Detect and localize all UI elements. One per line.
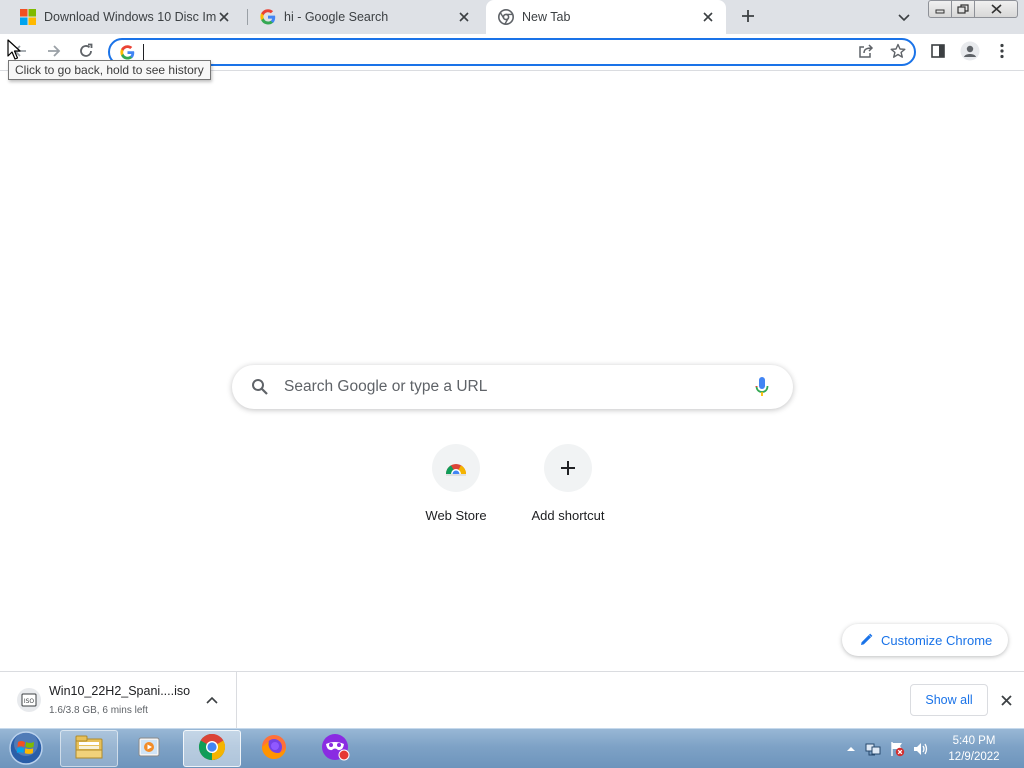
share-button[interactable] bbox=[854, 40, 878, 64]
customize-label: Customize Chrome bbox=[881, 632, 993, 648]
close-icon[interactable] bbox=[456, 9, 472, 25]
close-icon[interactable] bbox=[216, 9, 232, 25]
tab-strip: Download Windows 10 Disc Image hi - Goog… bbox=[0, 0, 1024, 34]
close-icon[interactable] bbox=[998, 692, 1014, 708]
tab-title: Download Windows 10 Disc Image bbox=[44, 10, 216, 24]
show-hidden-icons-icon[interactable] bbox=[843, 741, 859, 757]
tab-download-windows[interactable]: Download Windows 10 Disc Image bbox=[0, 0, 246, 34]
action-center-warning-icon[interactable] bbox=[889, 741, 905, 757]
mouse-cursor-icon bbox=[7, 39, 21, 60]
pencil-icon bbox=[859, 633, 873, 647]
network-icon[interactable] bbox=[865, 741, 881, 757]
search-icon bbox=[251, 378, 269, 396]
restore-button[interactable] bbox=[951, 0, 975, 18]
clock-date[interactable]: 12/9/2022 bbox=[946, 751, 1002, 763]
plus-icon bbox=[741, 9, 755, 26]
close-icon[interactable] bbox=[700, 9, 716, 25]
tab-google-search[interactable]: hi - Google Search bbox=[240, 0, 486, 34]
download-shelf: ISO Win10_22H2_Spani....iso 1.6/3.8 GB, … bbox=[0, 671, 1024, 728]
restore-icon bbox=[957, 2, 969, 17]
chevron-up-icon[interactable] bbox=[204, 692, 220, 708]
kebab-menu-icon bbox=[1000, 43, 1004, 62]
share-icon bbox=[858, 43, 874, 62]
close-icon bbox=[990, 2, 1002, 17]
tab-title: New Tab bbox=[522, 10, 571, 24]
shortcut-label: Web Store bbox=[425, 508, 487, 523]
minimize-icon bbox=[935, 2, 945, 17]
download-filename: Win10_22H2_Spani....iso bbox=[49, 684, 191, 698]
text-caret bbox=[143, 44, 144, 60]
search-placeholder: Search Google or type a URL bbox=[284, 378, 488, 395]
start-button[interactable] bbox=[6, 730, 46, 768]
profile-button[interactable] bbox=[958, 40, 982, 64]
google-g-icon bbox=[260, 9, 276, 25]
app-mask-icon bbox=[320, 732, 352, 765]
menu-button[interactable] bbox=[990, 40, 1014, 64]
new-tab-button[interactable] bbox=[736, 5, 760, 29]
windows-logo-icon bbox=[20, 9, 36, 25]
address-bar[interactable] bbox=[108, 38, 916, 66]
plus-icon bbox=[544, 444, 592, 492]
microphone-icon[interactable] bbox=[754, 376, 770, 398]
taskbar-media-player[interactable] bbox=[120, 730, 178, 767]
volume-icon[interactable] bbox=[913, 741, 929, 757]
tab-title: hi - Google Search bbox=[284, 10, 389, 24]
bookmark-button[interactable] bbox=[886, 40, 910, 64]
tab-new-tab[interactable]: New Tab bbox=[486, 0, 726, 34]
google-g-icon bbox=[120, 45, 135, 60]
clock-time[interactable]: 5:40 PM bbox=[946, 735, 1002, 747]
download-item[interactable]: ISO Win10_22H2_Spani....iso 1.6/3.8 GB, … bbox=[0, 672, 237, 728]
svg-text:ISO: ISO bbox=[24, 698, 35, 705]
taskbar-firefox[interactable] bbox=[245, 730, 303, 767]
avatar-icon bbox=[960, 41, 980, 64]
arrow-right-icon bbox=[46, 43, 62, 62]
shortcut-label: Add shortcut bbox=[531, 508, 605, 523]
shortcut-add[interactable]: Add shortcut bbox=[512, 442, 624, 532]
tab-search-button[interactable] bbox=[894, 7, 914, 27]
iso-file-icon: ISO bbox=[16, 687, 42, 713]
star-icon bbox=[890, 43, 906, 62]
show-all-button[interactable]: Show all bbox=[910, 684, 988, 716]
taskbar-chrome[interactable] bbox=[183, 730, 241, 767]
download-status: 1.6/3.8 GB, 6 mins left bbox=[49, 705, 148, 716]
chevron-down-icon bbox=[898, 10, 910, 25]
reload-icon bbox=[78, 43, 94, 62]
chrome-icon bbox=[197, 732, 227, 765]
customize-chrome-button[interactable]: Customize Chrome bbox=[842, 624, 1008, 656]
shortcut-web-store[interactable]: Web Store bbox=[400, 442, 512, 532]
file-explorer-icon bbox=[74, 734, 104, 763]
back-button-tooltip: Click to go back, hold to see history bbox=[8, 60, 211, 80]
windows-orb-icon bbox=[8, 730, 44, 768]
ntp-search-box[interactable]: Search Google or type a URL bbox=[232, 365, 793, 409]
chrome-web-store-icon bbox=[432, 444, 480, 492]
firefox-icon bbox=[259, 732, 289, 765]
chrome-icon bbox=[498, 9, 514, 25]
taskbar-app-mask[interactable] bbox=[307, 730, 365, 767]
taskbar-file-explorer[interactable] bbox=[60, 730, 118, 767]
window-close-button[interactable] bbox=[974, 0, 1018, 18]
omnibox-input[interactable] bbox=[146, 42, 846, 62]
taskbar: 5:40 PM 12/9/2022 bbox=[0, 728, 1024, 768]
side-panel-icon bbox=[930, 43, 946, 62]
media-player-icon bbox=[135, 733, 163, 764]
minimize-button[interactable] bbox=[928, 0, 952, 18]
side-panel-button[interactable] bbox=[926, 40, 950, 64]
